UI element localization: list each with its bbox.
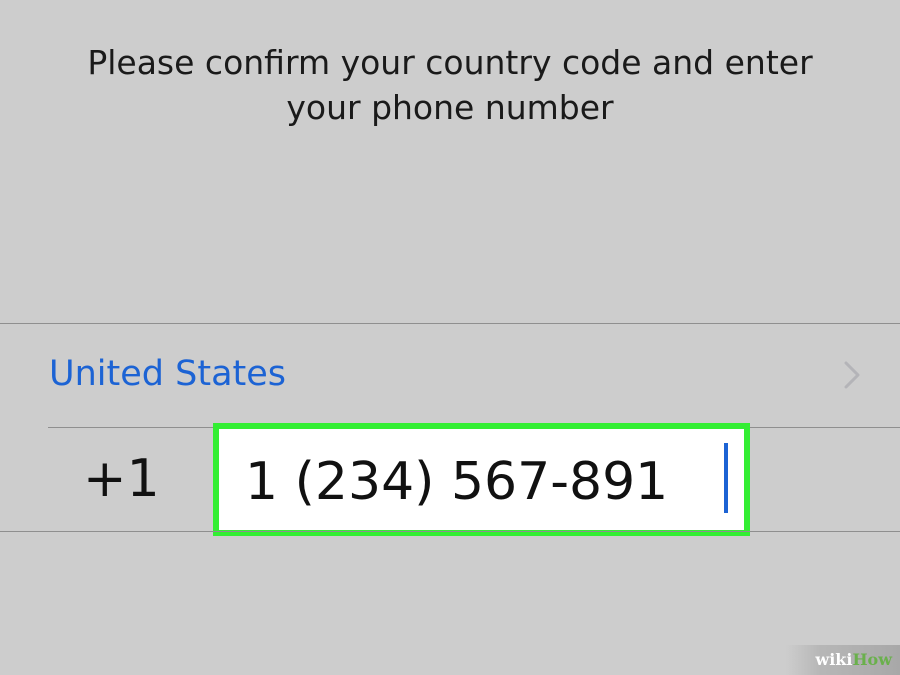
chevron-right-icon[interactable]: [832, 355, 872, 395]
text-cursor: [724, 443, 728, 513]
phone-number-value[interactable]: 1 (234) 567-891: [245, 451, 668, 513]
instruction-text: Please confirm your country code and ent…: [40, 40, 860, 130]
country-name[interactable]: United States: [49, 350, 286, 398]
country-dial-code[interactable]: +1: [83, 448, 160, 510]
wikihow-watermark: wikiHow: [815, 651, 892, 669]
phone-number-field[interactable]: 1 (234) 567-891: [213, 423, 750, 536]
bottom-divider: [0, 531, 900, 532]
watermark-how: How: [852, 650, 892, 669]
instruction-line-2: your phone number: [286, 88, 614, 127]
instruction-line-1: Please confirm your country code and ent…: [87, 43, 813, 82]
watermark-wiki: wiki: [815, 650, 853, 669]
